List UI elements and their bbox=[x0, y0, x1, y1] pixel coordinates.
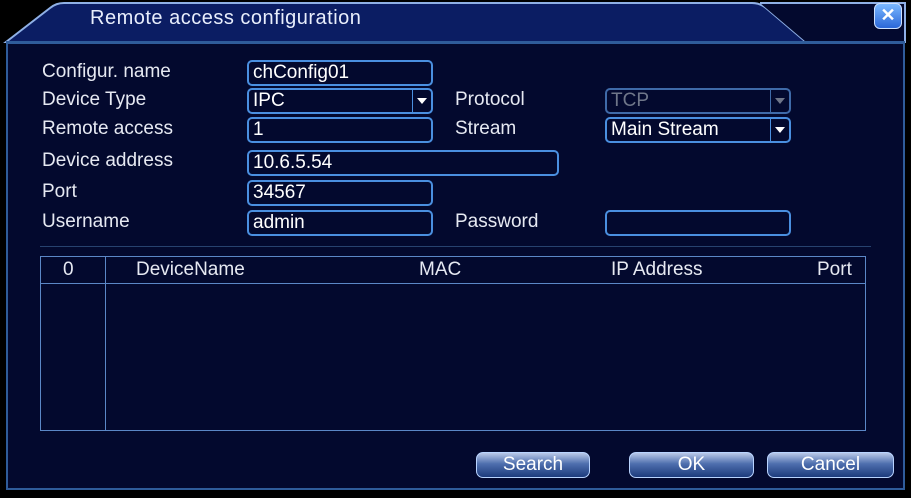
remote-access-input[interactable]: 1 bbox=[247, 117, 433, 143]
password-input[interactable] bbox=[605, 210, 791, 236]
remote-access-dialog: Remote access configuration ✕ Configur. … bbox=[0, 0, 911, 498]
protocol-value: TCP bbox=[611, 90, 649, 111]
port-input[interactable]: 34567 bbox=[247, 180, 433, 206]
username-label: Username bbox=[42, 211, 130, 232]
separator bbox=[40, 246, 871, 247]
port-label: Port bbox=[42, 181, 77, 202]
username-input[interactable]: admin bbox=[247, 210, 433, 236]
device-type-select[interactable]: IPC bbox=[247, 88, 433, 114]
config-name-input[interactable]: chConfig01 bbox=[247, 60, 433, 86]
protocol-select[interactable]: TCP bbox=[605, 88, 791, 114]
device-type-value: IPC bbox=[253, 90, 285, 111]
cancel-button[interactable]: Cancel bbox=[767, 452, 894, 478]
device-table[interactable]: 0 DeviceName MAC IP Address Port bbox=[40, 256, 866, 431]
stream-value: Main Stream bbox=[611, 119, 719, 140]
remote-access-label: Remote access bbox=[42, 118, 173, 139]
column-header-ip-address: IP Address bbox=[611, 259, 703, 280]
chevron-down-icon bbox=[412, 90, 431, 112]
close-icon: ✕ bbox=[880, 5, 896, 25]
device-address-label: Device address bbox=[42, 150, 173, 171]
column-header-port: Port bbox=[817, 259, 852, 280]
chevron-down-icon bbox=[770, 119, 789, 141]
stream-label: Stream bbox=[455, 118, 517, 139]
window-title: Remote access configuration bbox=[90, 7, 362, 29]
column-header-index: 0 bbox=[63, 259, 74, 280]
stream-select[interactable]: Main Stream bbox=[605, 117, 791, 143]
column-header-mac: MAC bbox=[419, 259, 462, 280]
close-button[interactable]: ✕ bbox=[874, 3, 902, 29]
protocol-label: Protocol bbox=[455, 89, 525, 110]
table-header: 0 DeviceName MAC IP Address Port bbox=[41, 257, 865, 284]
search-button[interactable]: Search bbox=[476, 452, 590, 478]
device-type-label: Device Type bbox=[42, 89, 147, 110]
device-address-input[interactable]: 10.6.5.54 bbox=[247, 150, 559, 176]
config-name-label: Configur. name bbox=[42, 61, 171, 82]
ok-button[interactable]: OK bbox=[629, 452, 754, 478]
column-header-device-name: DeviceName bbox=[136, 259, 245, 280]
chevron-down-icon bbox=[770, 90, 789, 112]
password-label: Password bbox=[455, 211, 539, 232]
column-divider bbox=[105, 257, 106, 430]
